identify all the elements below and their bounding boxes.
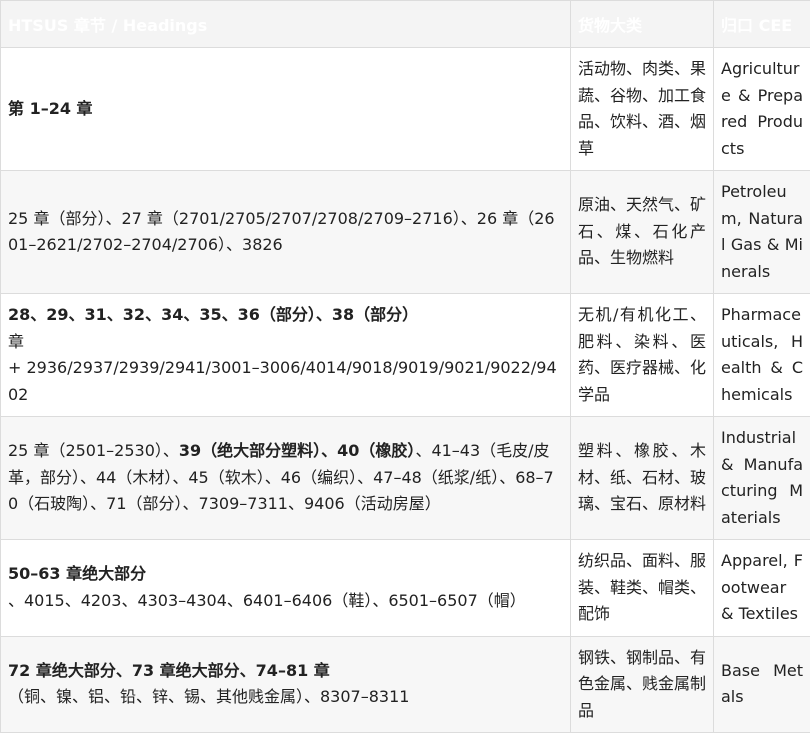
- cee-cell: Pharmaceuticals, Health & Chemicals: [713, 293, 810, 417]
- headings-text: 章: [8, 331, 25, 351]
- cee-cell: Petroleum, Natural Gas & Minerals: [713, 170, 810, 294]
- category-cell: 活动物、肉类、果蔬、谷物、加工食品、饮料、酒、烟草: [570, 47, 714, 171]
- hts-cee-table: HTSUS 章节 / Headings 货物大类 归口 CEE 第 1–24 章…: [0, 0, 810, 733]
- headings-cell: 28、29、31、32、34、35、36（部分）、38（部分） 章 + 2936/2…: [0, 293, 571, 417]
- category-cell: 钢铁、钢制品、有色金属、贱金属制品: [570, 635, 714, 733]
- headings-cell: 25 章（部分）、27 章（2701/2705/2707/2708/2709–2…: [0, 170, 571, 294]
- headings-text: （铜、镍、铝、铅、锌、锡、其他贱金属）、8307–8311: [8, 687, 410, 707]
- table-row: 72 章绝大部分、73 章绝大部分、74–81 章 （铜、镍、铝、铅、锌、锡、其他…: [0, 635, 810, 733]
- table-row: 第 1–24 章 活动物、肉类、果蔬、谷物、加工食品、饮料、酒、烟草 Agricul…: [0, 47, 810, 171]
- table-body: 第 1–24 章 活动物、肉类、果蔬、谷物、加工食品、饮料、酒、烟草 Agricul…: [0, 47, 810, 733]
- headings-text-bold: 72 章绝大部分、73 章绝大部分、74–81 章: [8, 660, 330, 680]
- headings-text-bold: 50–63 章绝大部分: [8, 564, 147, 584]
- headings-cell: 72 章绝大部分、73 章绝大部分、74–81 章 （铜、镍、铝、铅、锌、锡、其他…: [0, 635, 571, 733]
- table-header-row: HTSUS 章节 / Headings 货物大类 归口 CEE: [0, 0, 810, 48]
- table-row: 25 章（2501–2530）、39（绝大部分塑料）、40（橡胶）、41–43（…: [0, 416, 810, 540]
- header-category: 货物大类: [570, 0, 714, 48]
- category-cell: 塑料、橡胶、木材、纸、石材、玻璃、宝石、原材料: [570, 416, 714, 540]
- headings-cell: 第 1–24 章: [0, 47, 571, 171]
- cee-cell: Industrial & Manufacturing Materials: [713, 416, 810, 540]
- headings-text: 25 章（2501–2530）、: [8, 441, 179, 461]
- headings-text: + 2936/2937/2939/2941/3001–3006/4014/901…: [8, 358, 557, 404]
- cee-cell: Apparel, Footwear & Textiles: [713, 539, 810, 637]
- table-row: 50–63 章绝大部分、4015、4203、4303–4304、6401–640…: [0, 539, 810, 637]
- cee-cell: Agriculture & Prepared Products: [713, 47, 810, 171]
- cee-cell: Base Metals: [713, 635, 810, 733]
- headings-text-bold: 第 1–24 章: [8, 98, 93, 118]
- headings-cell: 50–63 章绝大部分、4015、4203、4303–4304、6401–640…: [0, 539, 571, 637]
- header-headings: HTSUS 章节 / Headings: [0, 0, 571, 48]
- category-cell: 无机/有机化工、肥料、染料、医药、医疗器械、化学品: [570, 293, 714, 417]
- headings-text-bold: 28、29、31、32、34、35、36（部分）、38（部分）: [8, 305, 419, 324]
- category-cell: 纺织品、面料、服装、鞋类、帽类、配饰: [570, 539, 714, 637]
- table-row: 25 章（部分）、27 章（2701/2705/2707/2708/2709–2…: [0, 170, 810, 294]
- header-cee: 归口 CEE: [713, 0, 810, 48]
- headings-text: 25 章（部分）、27 章（2701/2705/2707/2708/2709–2…: [8, 208, 555, 255]
- headings-text-bold: 39（绝大部分塑料）、40（橡胶）: [178, 441, 416, 461]
- category-cell: 原油、天然气、矿石、煤、石化产品、生物燃料: [570, 170, 714, 294]
- table-row: 28、29、31、32、34、35、36（部分）、38（部分） 章 + 2936/2…: [0, 293, 810, 417]
- headings-cell: 25 章（2501–2530）、39（绝大部分塑料）、40（橡胶）、41–43（…: [0, 416, 571, 540]
- headings-text: 、4015、4203、4303–4304、6401–6406（鞋）、6501–6…: [8, 590, 526, 610]
